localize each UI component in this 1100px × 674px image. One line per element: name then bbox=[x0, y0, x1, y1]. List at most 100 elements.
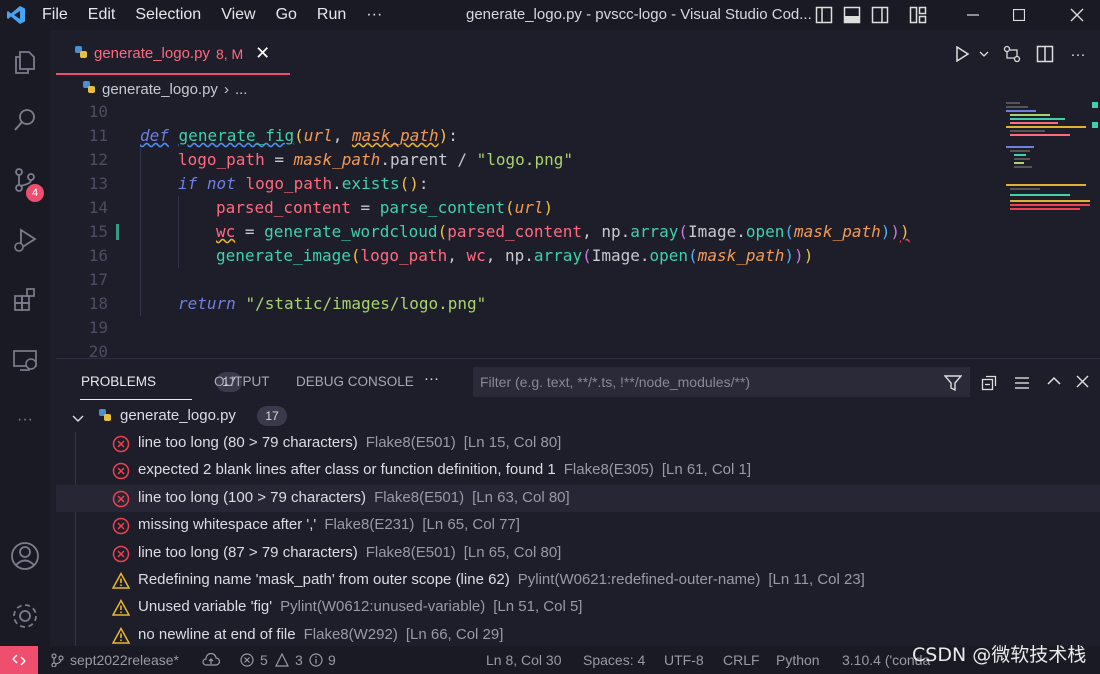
code-line: 15 wc = generate_wordcloud(parsed_content… bbox=[56, 220, 1002, 244]
line-ending[interactable]: CRLF bbox=[723, 652, 760, 668]
sync-cloud-icon[interactable] bbox=[202, 652, 221, 670]
problem-row[interactable]: Redefining name 'mask_path' from outer s… bbox=[56, 567, 1100, 594]
cursor-position[interactable]: Ln 8, Col 30 bbox=[486, 652, 562, 668]
toggle-secondary-sidebar-icon[interactable] bbox=[868, 3, 892, 27]
breadcrumb: generate_logo.py › ... bbox=[82, 80, 247, 98]
menu-more[interactable]: ··· bbox=[366, 6, 382, 24]
warning-icon bbox=[111, 599, 131, 617]
code-line: 20 bbox=[56, 340, 1002, 358]
problem-location: [Ln 51, Col 5] bbox=[493, 598, 583, 616]
tab-output[interactable]: OUTPUT bbox=[214, 374, 270, 389]
more-views-icon[interactable]: ··· bbox=[0, 396, 50, 444]
problem-row[interactable]: expected 2 blank lines after class or fu… bbox=[56, 457, 1100, 484]
menu-run[interactable]: Run bbox=[317, 6, 346, 24]
tab-filename: generate_logo.py bbox=[94, 45, 210, 62]
extensions-icon[interactable] bbox=[0, 276, 50, 324]
view-as-list-icon[interactable] bbox=[1010, 371, 1034, 395]
toggle-panel-icon[interactable] bbox=[840, 3, 864, 27]
problem-row[interactable]: line too long (87 > 79 characters) Flake8… bbox=[56, 540, 1100, 567]
explorer-icon[interactable] bbox=[0, 38, 50, 86]
variable: parsed_content bbox=[216, 198, 351, 217]
run-python-icon[interactable] bbox=[950, 42, 974, 66]
problem-message: Redefining name 'mask_path' from outer s… bbox=[138, 571, 510, 588]
problem-row[interactable]: missing whitespace after ',' Flake8(E231)… bbox=[56, 512, 1100, 539]
menu-go[interactable]: Go bbox=[276, 6, 297, 24]
problem-source: Flake8(E501) bbox=[365, 543, 456, 561]
menu-bar: File Edit Selection View Go Run ··· bbox=[42, 6, 402, 24]
function-call: array bbox=[533, 246, 583, 265]
warning-icon bbox=[111, 626, 131, 645]
account-icon[interactable] bbox=[0, 532, 50, 580]
encoding[interactable]: UTF-8 bbox=[664, 652, 704, 668]
breadcrumb-symbol[interactable]: ... bbox=[235, 81, 248, 98]
problem-row[interactable]: Unused variable 'fig' Pylint(W0612:unused… bbox=[56, 594, 1100, 621]
problem-row[interactable]: line too long (80 > 79 characters) Flake8… bbox=[56, 430, 1100, 457]
split-editor-icon[interactable] bbox=[1033, 42, 1057, 66]
argument: url bbox=[514, 198, 544, 217]
code-editor[interactable]: 10 11 def generate_fig(url, mask_path): 1… bbox=[56, 100, 1002, 358]
line-number: 14 bbox=[88, 198, 108, 217]
remote-indicator-icon[interactable] bbox=[0, 646, 38, 674]
language-mode[interactable]: Python bbox=[776, 652, 820, 668]
search-icon[interactable] bbox=[0, 96, 50, 144]
menu-view[interactable]: View bbox=[221, 6, 255, 24]
problems-filter-input[interactable]: Filter (e.g. text, **/*.ts, !**/node_mod… bbox=[473, 367, 970, 397]
collapse-all-icon[interactable] bbox=[977, 371, 1001, 395]
line-number: 20 bbox=[88, 342, 108, 358]
toggle-primary-sidebar-icon[interactable] bbox=[812, 3, 836, 27]
customize-layout-icon[interactable] bbox=[906, 3, 930, 27]
active-tab-indicator bbox=[80, 399, 192, 400]
run-debug-icon[interactable] bbox=[0, 216, 50, 264]
filter-funnel-icon[interactable] bbox=[941, 371, 965, 395]
menu-edit[interactable]: Edit bbox=[88, 6, 116, 24]
function-call: parse_content bbox=[379, 198, 505, 217]
problem-source: Pylint(W0612:unused-variable) bbox=[280, 598, 486, 616]
module-ref: np bbox=[601, 222, 621, 241]
source-control-icon[interactable]: 4 bbox=[0, 156, 50, 204]
panel-more-icon[interactable]: ··· bbox=[424, 370, 439, 387]
menu-file[interactable]: File bbox=[42, 6, 68, 24]
open-changes-icon[interactable] bbox=[1000, 42, 1024, 66]
problem-source: Flake8(E501) bbox=[365, 434, 456, 451]
problem-message: Unused variable 'fig' bbox=[138, 598, 273, 616]
minimize-icon[interactable] bbox=[950, 0, 996, 30]
error-count[interactable]: 5 bbox=[260, 652, 268, 668]
warning-count[interactable]: 3 bbox=[295, 652, 303, 668]
function-call: open bbox=[745, 222, 785, 241]
run-dropdown-chevron-icon[interactable] bbox=[972, 42, 996, 66]
close-panel-icon[interactable] bbox=[1070, 369, 1094, 393]
function-name: generate_fig bbox=[178, 126, 295, 145]
manage-gear-icon[interactable] bbox=[0, 592, 50, 640]
function-call: array bbox=[630, 222, 679, 241]
function-call: generate_wordcloud bbox=[264, 222, 438, 241]
class-ref: Image bbox=[591, 246, 640, 265]
info-count[interactable]: 9 bbox=[328, 652, 336, 668]
window-title: generate_logo.py - pvscc-logo - Visual S… bbox=[466, 6, 812, 23]
keyword-def: def bbox=[140, 126, 169, 145]
menu-selection[interactable]: Selection bbox=[135, 6, 201, 24]
maximize-panel-chevron-icon[interactable] bbox=[1042, 369, 1066, 393]
minimap[interactable] bbox=[1004, 100, 1100, 358]
problem-location: [Ln 11, Col 23] bbox=[768, 571, 865, 588]
indentation[interactable]: Spaces: 4 bbox=[583, 652, 645, 668]
problems-list: generate_logo.py 17 line too long (80 > … bbox=[56, 402, 1100, 646]
line-number: 11 bbox=[88, 126, 108, 145]
tab-close-icon[interactable]: ✕ bbox=[255, 43, 270, 64]
tab-generate-logo[interactable]: generate_logo.py 8, M ✕ bbox=[56, 34, 290, 75]
keyword-not: not bbox=[206, 174, 236, 193]
git-branch[interactable]: sept2022release* bbox=[70, 652, 179, 668]
close-window-icon[interactable] bbox=[1054, 0, 1100, 30]
warning-count-icon bbox=[275, 652, 289, 670]
breadcrumb-file[interactable]: generate_logo.py bbox=[102, 81, 218, 98]
remote-explorer-icon[interactable] bbox=[0, 336, 50, 384]
scm-count-badge: 4 bbox=[26, 184, 44, 202]
problem-message: line too long (80 > 79 characters) bbox=[138, 434, 358, 451]
problems-file-group[interactable]: generate_logo.py 17 bbox=[56, 403, 1100, 430]
code-line: 13 if not logo_path.exists(): bbox=[56, 172, 1002, 196]
keyword-if: if bbox=[178, 174, 198, 193]
tab-problems[interactable]: PROBLEMS bbox=[81, 374, 156, 389]
maximize-icon[interactable] bbox=[996, 0, 1042, 30]
editor-more-actions-icon[interactable]: ··· bbox=[1066, 42, 1090, 66]
tab-debug-console[interactable]: DEBUG CONSOLE bbox=[296, 374, 414, 389]
problem-row[interactable]: line too long (100 > 79 characters) Flake… bbox=[56, 484, 1100, 512]
